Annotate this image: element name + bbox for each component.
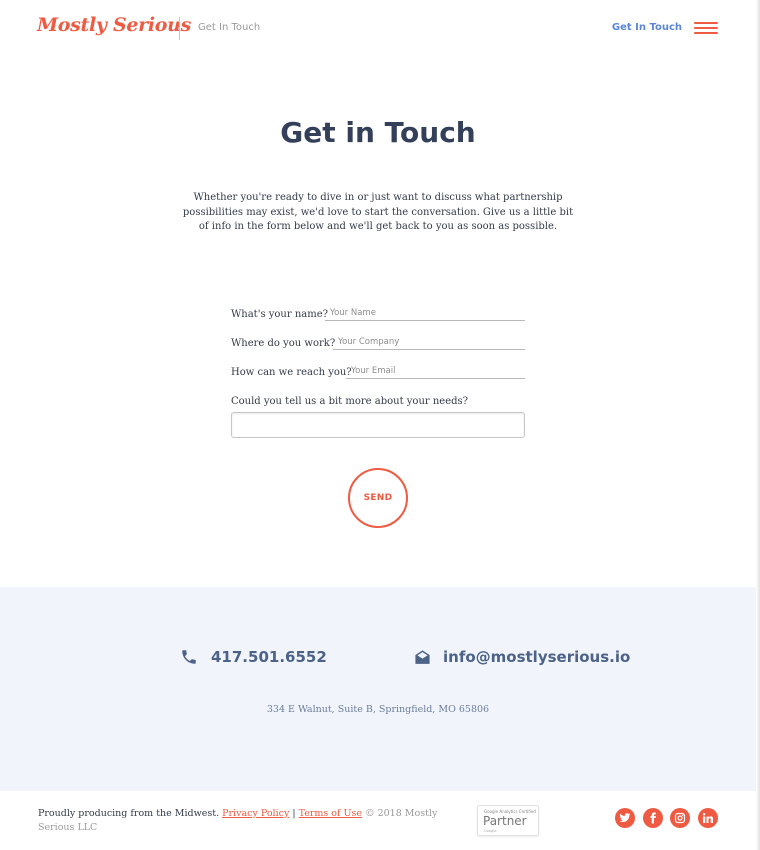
email-row: How can we reach you? [231, 363, 525, 387]
linkedin-link[interactable] [698, 808, 718, 828]
company-row: Where do you work? [231, 334, 525, 358]
linkedin-icon [702, 813, 713, 823]
envelope-open-icon [415, 649, 430, 664]
send-button[interactable]: SEND [348, 468, 408, 528]
logo[interactable]: Mostly Serious [37, 14, 191, 36]
name-input[interactable] [325, 305, 525, 321]
instagram-link[interactable] [670, 808, 690, 828]
hamburger-icon[interactable] [694, 22, 718, 35]
intro-text: Whether you're ready to dive in or just … [182, 192, 574, 232]
scrollbar-shadow [756, 0, 760, 850]
contact-band: 417.501.6552 info@mostlyserious.io 334 E… [0, 587, 756, 791]
email-link[interactable]: info@mostlyserious.io [414, 648, 630, 666]
phone-link[interactable]: 417.501.6552 [180, 648, 327, 666]
nav-link-get-in-touch[interactable]: Get In Touch [612, 22, 682, 33]
twitter-icon [619, 813, 631, 823]
facebook-icon [650, 812, 656, 824]
breadcrumb: Get In Touch [198, 22, 261, 33]
needs-textarea[interactable] [231, 412, 525, 438]
instagram-icon [674, 812, 686, 824]
page-title: Get in Touch [280, 116, 476, 149]
company-input[interactable] [333, 334, 525, 350]
email-label: How can we reach you? [231, 367, 352, 378]
email-input[interactable] [346, 363, 525, 379]
name-label: What's your name? [231, 309, 328, 320]
footer-text: Proudly producing from the Midwest. Priv… [38, 807, 468, 835]
header-divider [179, 17, 180, 40]
terms-of-use-link[interactable]: Terms of Use [299, 808, 362, 819]
google-partner-badge[interactable]: Google Analytics Certified Partner Googl… [477, 805, 539, 836]
email-address[interactable]: info@mostlyserious.io [443, 648, 630, 666]
twitter-link[interactable] [615, 808, 635, 828]
facebook-link[interactable] [643, 808, 663, 828]
badge-title: Partner [483, 814, 527, 828]
privacy-policy-link[interactable]: Privacy Policy [222, 808, 289, 819]
name-row: What's your name? [231, 305, 525, 329]
hamburger-bar [694, 22, 718, 24]
hamburger-bar [694, 27, 718, 29]
hamburger-bar [694, 32, 718, 34]
phone-icon [182, 650, 196, 664]
footer-tagline: Proudly producing from the Midwest. [38, 808, 220, 819]
needs-label: Could you tell us a bit more about your … [231, 396, 469, 407]
footer-separator: | [292, 808, 296, 819]
badge-footnote: Google [484, 829, 497, 833]
company-label: Where do you work? [231, 338, 336, 349]
phone-number[interactable]: 417.501.6552 [211, 648, 327, 666]
site-header: Mostly Serious Get In Touch Get In Touch [0, 0, 760, 56]
street-address: 334 E Walnut, Suite B, Springfield, MO 6… [266, 704, 490, 715]
